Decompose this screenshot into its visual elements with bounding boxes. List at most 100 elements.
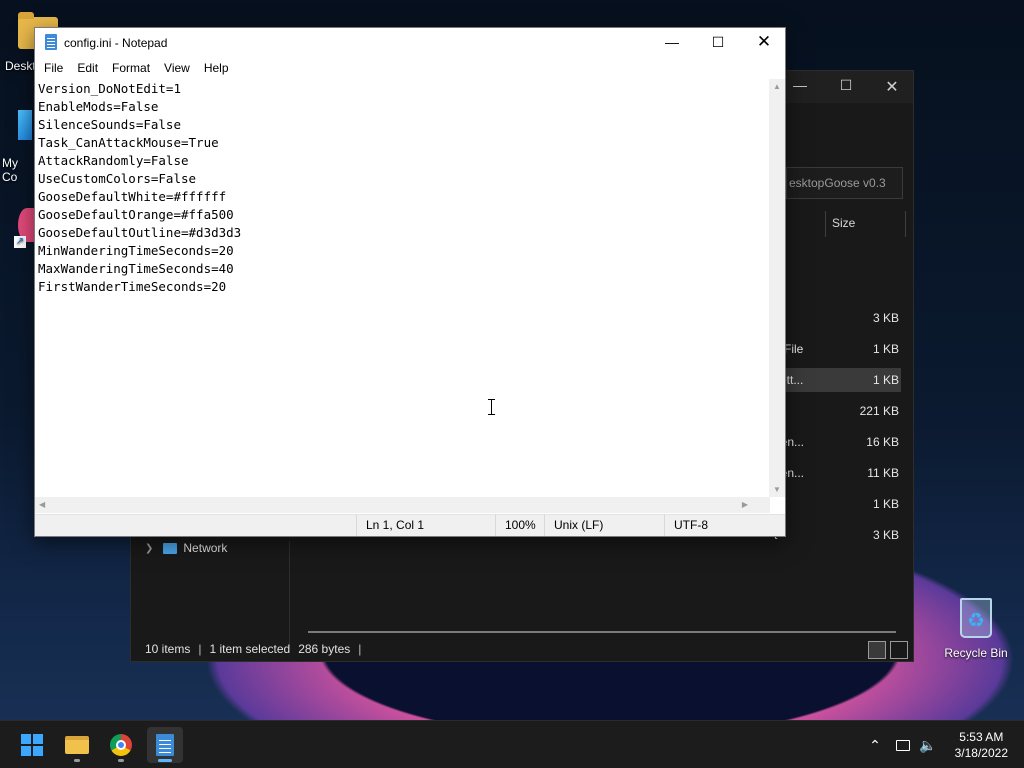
menu-help[interactable]: Help <box>197 58 236 78</box>
column-divider[interactable] <box>905 211 906 237</box>
explorer-status-bar: 10 items | 1 item selected 286 bytes | <box>131 637 913 661</box>
file-size: 11 KB <box>867 466 899 480</box>
file-row[interactable]: t 3 KB <box>771 523 901 547</box>
file-size: 221 KB <box>859 404 899 418</box>
file-size: 1 KB <box>872 373 899 387</box>
notepad-icon <box>45 34 57 50</box>
zoom-level: 100% <box>495 515 545 536</box>
explorer-minimize-button[interactable]: — <box>785 77 815 93</box>
file-row[interactable]: t 3 KB <box>771 306 901 330</box>
text-line: AttackRandomly=False <box>38 153 189 168</box>
text-line: SilenceSounds=False <box>38 117 181 132</box>
scroll-down-icon[interactable]: ▼ <box>773 485 781 494</box>
shortcut-arrow-icon: ↗ <box>14 236 26 248</box>
recycle-bin-icon <box>960 598 992 638</box>
file-row[interactable]: tten... 11 KB <box>771 461 901 485</box>
close-button[interactable]: ✕ <box>741 28 787 58</box>
text-line: FirstWanderTimeSeconds=20 <box>38 279 227 294</box>
menu-file[interactable]: File <box>37 58 70 78</box>
menu-format[interactable]: Format <box>105 58 157 78</box>
minimize-button[interactable]: — <box>649 28 695 58</box>
show-hidden-icons-button[interactable]: ⌃ <box>864 721 886 768</box>
scroll-left-icon[interactable]: ◀ <box>39 500 45 509</box>
item-count: 10 items <box>145 642 191 656</box>
text-line: MaxWanderingTimeSeconds=40 <box>38 261 234 276</box>
text-line: MinWanderingTimeSeconds=20 <box>38 243 234 258</box>
menu-view[interactable]: View <box>157 58 197 78</box>
file-size: 3 KB <box>872 311 899 325</box>
running-indicator <box>74 759 80 762</box>
chevron-right-icon[interactable]: ❯ <box>145 543 153 554</box>
text-line: Version_DoNotEdit=1 <box>38 81 181 96</box>
selection-count: 1 item selected <box>209 642 291 656</box>
explorer-maximize-button[interactable]: ☐ <box>831 77 861 94</box>
file-row-selected[interactable]: sett... 1 KB <box>771 368 901 392</box>
column-divider[interactable] <box>825 211 826 237</box>
notepad-window[interactable]: config.ini - Notepad — ☐ ✕ File Edit For… <box>34 27 786 537</box>
column-header-size[interactable]: Size <box>832 216 855 230</box>
taskbar-file-explorer[interactable] <box>59 727 95 763</box>
text-editor[interactable]: Version_DoNotEdit=1 EnableMods=False Sil… <box>35 79 770 525</box>
network-status-button[interactable] <box>892 721 914 768</box>
file-size: 1 KB <box>872 342 899 356</box>
text-line: GooseDefaultOutline=#d3d3d3 <box>38 225 242 240</box>
explorer-search-input[interactable]: esktopGoose v0.3 <box>786 167 903 199</box>
clock-date: 3/18/2022 <box>954 746 1008 760</box>
file-row[interactable]: tten... 16 KB <box>771 430 901 454</box>
volume-button[interactable]: 🔈 <box>916 721 940 768</box>
file-explorer-icon <box>65 736 89 754</box>
file-size: 1 KB <box>872 497 899 511</box>
notepad-titlebar[interactable]: config.ini - Notepad — ☐ ✕ <box>35 28 785 58</box>
horizontal-scrollbar[interactable]: ◀ ▶ <box>35 497 770 513</box>
text-line: UseCustomColors=False <box>38 171 197 186</box>
cursor-position: Ln 1, Col 1 <box>356 515 496 536</box>
text-line: EnableMods=False <box>38 99 159 114</box>
taskbar: ⌃ 🔈 5:53 AM 3/18/2022 <box>0 720 1024 768</box>
desktop-icon-label: My Co <box>2 156 18 184</box>
maximize-button[interactable]: ☐ <box>695 28 741 58</box>
explorer-close-button[interactable]: ✕ <box>877 77 907 97</box>
windows-start-icon <box>21 734 43 756</box>
vertical-scrollbar[interactable]: ▲ ▼ <box>769 79 785 497</box>
network-monitor-icon <box>896 739 910 751</box>
nav-pane-divider[interactable] <box>289 541 290 646</box>
window-title: config.ini - Notepad <box>64 36 168 50</box>
status-separator: | <box>358 642 362 656</box>
desktop-icon-label: Deskt <box>5 59 36 73</box>
file-row[interactable]: 221 KB <box>771 399 901 423</box>
file-size: 3 KB <box>872 528 899 542</box>
status-separator: | <box>198 642 202 656</box>
notepad-icon <box>156 734 174 756</box>
active-indicator <box>158 759 172 762</box>
desktop-icon-my-computer[interactable]: My Co <box>0 108 34 184</box>
taskbar-notepad[interactable] <box>147 727 183 763</box>
desktop-icon-shortcut[interactable]: ↗ <box>12 206 36 258</box>
scroll-right-icon[interactable]: ▶ <box>742 500 748 509</box>
text-cursor-icon <box>488 399 495 415</box>
nav-item-network[interactable]: ❯ Network <box>145 541 227 555</box>
desktop-icon-label: Recycle Bin <box>944 646 1008 660</box>
taskbar-chrome[interactable] <box>103 727 139 763</box>
text-line: GooseDefaultWhite=#ffffff <box>38 189 227 204</box>
network-icon <box>163 542 178 554</box>
chevron-up-icon: ⌃ <box>869 736 881 753</box>
line-ending: Unix (LF) <box>544 515 665 536</box>
scroll-up-icon[interactable]: ▲ <box>773 82 781 91</box>
nav-item-label: Network <box>183 541 228 555</box>
clock-time: 5:53 AM <box>959 730 1004 744</box>
file-row[interactable]: h File 1 KB <box>771 337 901 361</box>
start-button[interactable] <box>14 727 50 763</box>
monitor-icon <box>18 110 32 140</box>
encoding: UTF-8 <box>664 515 786 536</box>
taskbar-clock[interactable]: 5:53 AM 3/18/2022 <box>955 729 1008 761</box>
desktop-icon-recycle-bin[interactable]: Recycle Bin <box>944 598 1008 660</box>
notepad-status-bar: Ln 1, Col 1 100% Unix (LF) UTF-8 <box>35 514 785 536</box>
menu-bar: File Edit Format View Help <box>35 58 785 78</box>
menu-edit[interactable]: Edit <box>70 58 105 78</box>
speaker-icon: 🔈 <box>919 736 937 753</box>
file-row[interactable]: t 1 KB <box>771 492 901 516</box>
explorer-horizontal-scrollbar[interactable] <box>308 631 896 633</box>
selection-size: 286 bytes <box>298 642 351 656</box>
text-line: Task_CanAttackMouse=True <box>38 135 219 150</box>
running-indicator <box>118 759 124 762</box>
